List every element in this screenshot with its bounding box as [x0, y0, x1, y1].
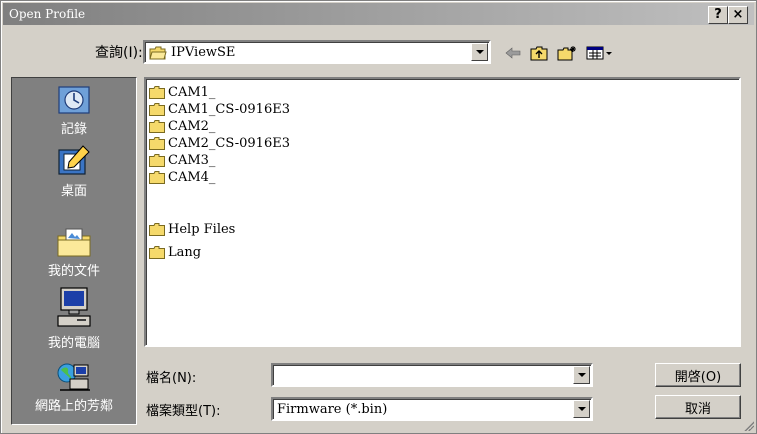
list-item-label: CAM1_CS-0916E3 [168, 102, 290, 117]
open-folder-icon [149, 46, 167, 59]
list-item[interactable]: Help Files [149, 221, 235, 238]
view-menu-icon [586, 46, 612, 60]
list-item[interactable]: CAM1_CS-0916E3 [149, 101, 290, 118]
chevron-down-icon[interactable] [573, 366, 590, 384]
list-item[interactable]: Lang [149, 244, 201, 261]
places-bar: 記錄 桌面 我的文件 我的電腦 網路上的芳鄰 [11, 77, 137, 425]
list-item-label: CAM2_ [168, 119, 216, 134]
look-in-label: 查詢(I): [95, 45, 143, 61]
list-item[interactable]: CAM4_ [149, 169, 215, 186]
list-item-label: CAM3_ [168, 153, 216, 168]
list-item[interactable]: CAM3_ [149, 152, 215, 169]
file-list[interactable]: CAM1_ CAM1_CS-0916E3 CAM2_ CAM2_CS-0916E… [144, 77, 741, 347]
up-folder-icon [530, 46, 548, 60]
chevron-down-icon[interactable] [471, 43, 488, 61]
filetype-value: Firmware (*.bin) [277, 402, 388, 417]
place-my-documents-label: 我的文件 [47, 264, 100, 279]
place-desktop-label: 桌面 [60, 184, 87, 199]
place-history-label: 記錄 [60, 122, 87, 137]
place-history[interactable]: 記錄 [12, 84, 136, 137]
resize-grip[interactable] [742, 419, 754, 431]
list-item-label: CAM4_ [168, 170, 216, 185]
filename-input[interactable] [271, 363, 593, 387]
history-icon [58, 86, 90, 114]
filetype-label: 檔案類型(T): [146, 404, 221, 419]
back-button[interactable] [503, 44, 523, 62]
open-profile-dialog: Open Profile ? × 查詢(I): IPViewSE 記錄 桌面 我… [0, 0, 757, 434]
filetype-dropdown[interactable]: Firmware (*.bin) [271, 397, 593, 421]
back-arrow-icon [505, 47, 521, 59]
new-folder-button[interactable] [557, 44, 577, 62]
view-menu-button[interactable] [585, 44, 615, 62]
list-item[interactable]: CAM2_ [149, 118, 215, 135]
folder-icon [149, 137, 165, 150]
network-icon [57, 363, 90, 391]
place-network[interactable]: 網路上的芳鄰 [12, 361, 136, 414]
up-folder-button[interactable] [529, 44, 549, 62]
place-network-label: 網路上的芳鄰 [34, 399, 113, 414]
desktop-icon [58, 145, 90, 175]
folder-icon [149, 86, 165, 99]
title-bar[interactable]: Open Profile ? × [3, 3, 754, 25]
list-item-label: CAM1_ [168, 85, 216, 100]
folder-icon [149, 154, 165, 167]
list-item[interactable]: CAM1_ [149, 84, 215, 101]
open-button[interactable]: 開啓(O) [655, 363, 741, 387]
chevron-down-icon[interactable] [573, 400, 590, 418]
place-my-documents[interactable]: 我的文件 [12, 228, 136, 279]
new-folder-icon [557, 46, 576, 61]
look-in-dropdown[interactable]: IPViewSE [143, 40, 491, 64]
folder-icon [149, 171, 165, 184]
list-item-label: CAM2_CS-0916E3 [168, 136, 290, 151]
close-button[interactable]: × [728, 6, 748, 24]
list-item-label: Lang [168, 245, 202, 260]
place-desktop[interactable]: 桌面 [12, 144, 136, 199]
look-in-value: IPViewSE [171, 45, 236, 60]
folder-icon [149, 223, 165, 236]
help-button[interactable]: ? [708, 6, 728, 24]
my-computer-icon [57, 287, 91, 327]
my-documents-icon [57, 228, 91, 257]
list-item[interactable]: CAM2_CS-0916E3 [149, 135, 290, 152]
place-my-computer[interactable]: 我的電腦 [12, 286, 136, 351]
folder-icon [149, 103, 165, 116]
filename-label: 檔名(N): [146, 371, 197, 386]
window-title: Open Profile [9, 7, 86, 21]
folder-icon [149, 246, 165, 259]
place-my-computer-label: 我的電腦 [47, 336, 100, 351]
cancel-button[interactable]: 取消 [655, 395, 741, 419]
folder-icon [149, 120, 165, 133]
list-item-label: Help Files [168, 222, 236, 237]
